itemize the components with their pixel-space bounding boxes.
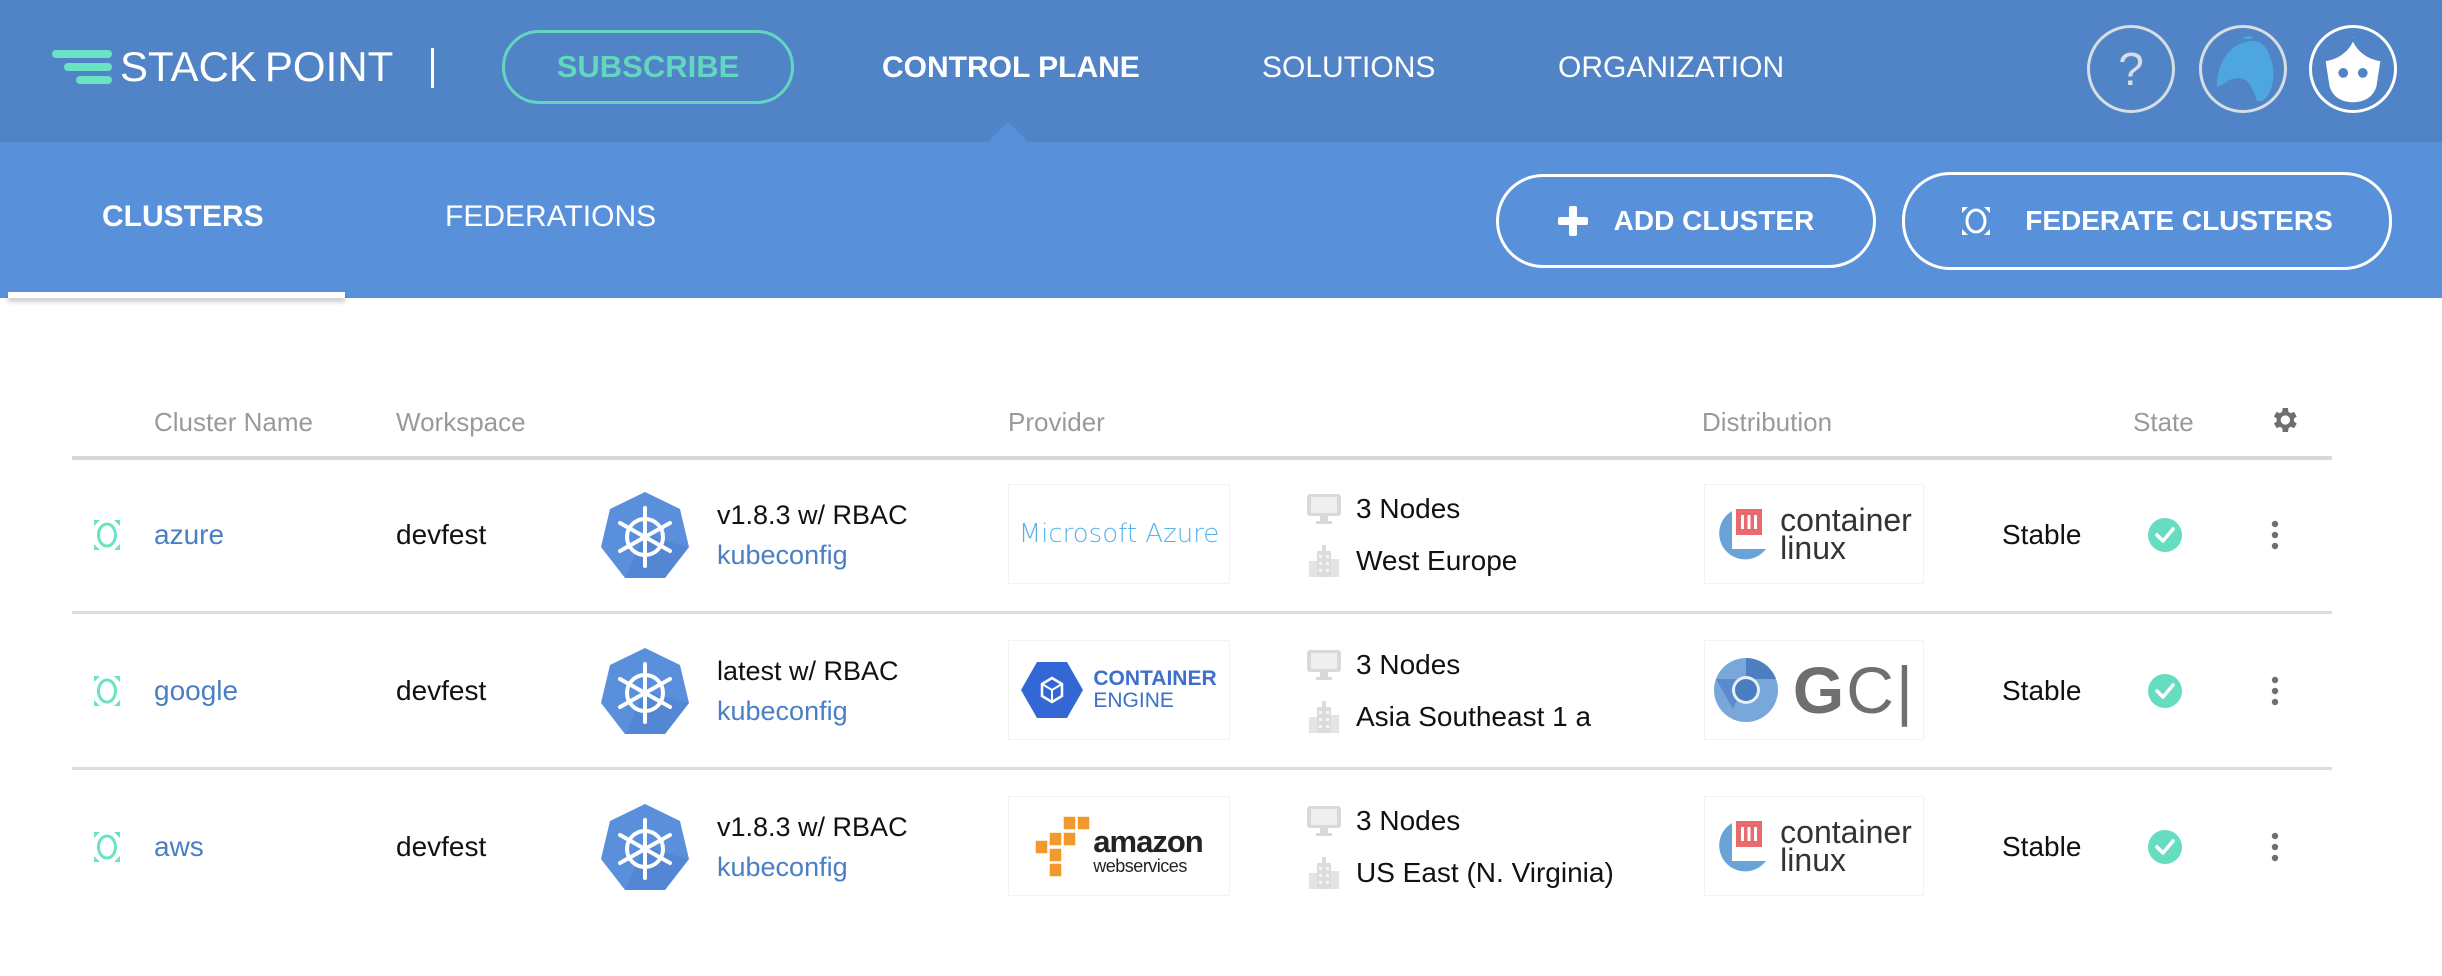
container-linux-logo: container linux <box>1716 816 1912 876</box>
cluster-name-link[interactable]: azure <box>154 458 224 611</box>
row-menu-icon[interactable] <box>2270 458 2280 611</box>
row-menu-icon[interactable] <box>2270 770 2280 923</box>
provider-logo: CONTAINER ENGINE <box>1008 640 1230 740</box>
logo-divider <box>431 48 434 88</box>
add-cluster-button[interactable]: ADD CLUSTER <box>1496 174 1876 268</box>
stackpoint-logo-mark-icon <box>50 48 112 86</box>
monitor-icon <box>1306 649 1342 681</box>
nodes-block: 3 Nodes US East (N. Virginia) <box>1306 770 1614 923</box>
stable-check-icon <box>2148 770 2182 923</box>
column-header-provider[interactable]: Provider <box>1008 406 1105 438</box>
building-icon <box>1306 544 1342 577</box>
bear-button[interactable] <box>2199 25 2287 113</box>
version-block: v1.8.3 w/ RBAC kubeconfig <box>717 770 908 923</box>
version-block: v1.8.3 w/ RBAC kubeconfig <box>717 458 908 611</box>
amazon-web-services-logo: amazon webservices <box>1035 814 1204 878</box>
monitor-icon <box>1306 805 1342 837</box>
kubeconfig-link[interactable]: kubeconfig <box>717 847 848 887</box>
node-count: 3 Nodes <box>1356 492 1461 524</box>
stable-check-icon <box>2148 458 2182 611</box>
workspace-name: devfest <box>396 518 487 550</box>
kubeconfig-link[interactable]: kubeconfig <box>717 535 848 575</box>
nodes-block: 3 Nodes West Europe <box>1306 458 1517 611</box>
distribution-logo: container linux <box>1704 484 1924 584</box>
nav-control-plane[interactable]: CONTROL PLANE <box>882 48 1140 88</box>
plus-icon <box>1557 206 1588 236</box>
kubernetes-version: v1.8.3 w/ RBAC <box>717 499 908 530</box>
provider-logo: Microsoft Azure <box>1008 484 1230 584</box>
row-menu-icon[interactable] <box>2270 614 2280 767</box>
column-header-distribution[interactable]: Distribution <box>1702 406 1832 438</box>
active-tab-underline <box>8 292 345 298</box>
nodes-block: 3 Nodes Asia Southeast 1 a <box>1306 614 1591 767</box>
gci-logo: GC| <box>1713 652 1915 728</box>
subscribe-button[interactable]: SUBSCRIBE <box>502 30 794 104</box>
region-name: West Europe <box>1356 544 1518 576</box>
help-icon: ? <box>2118 43 2144 95</box>
stable-check-icon <box>2148 614 2182 767</box>
cluster-status-icon <box>94 770 120 923</box>
google-container-engine-logo: CONTAINER ENGINE <box>1021 662 1217 718</box>
cluster-status-icon <box>94 458 120 611</box>
container-linux-logo: container linux <box>1716 504 1912 564</box>
workspace-name: devfest <box>396 674 487 706</box>
microsoft-azure-logo: Microsoft Azure <box>1018 519 1220 549</box>
stackpoint-logo[interactable]: STACK POINT <box>50 46 393 88</box>
table-row[interactable]: aws devfest v1.8.3 w/ RBAC kubeconfig am… <box>72 770 2332 926</box>
state-label: Stable <box>2002 518 2082 550</box>
gear-icon[interactable] <box>2268 404 2300 436</box>
kubernetes-icon <box>598 614 692 767</box>
table-row[interactable]: azure devfest v1.8.3 w/ RBAC kubeconfig … <box>72 458 2332 614</box>
version-block: latest w/ RBAC kubeconfig <box>717 614 899 767</box>
cluster-status-icon <box>94 614 120 767</box>
tab-federations[interactable]: FEDERATIONS <box>445 197 656 237</box>
region-name: Asia Southeast 1 a <box>1356 700 1592 732</box>
kubernetes-version: v1.8.3 w/ RBAC <box>717 811 908 842</box>
distribution-logo: GC| <box>1704 640 1924 740</box>
federate-clusters-button[interactable]: FEDERATE CLUSTERS <box>1902 172 2392 270</box>
cluster-name-link[interactable]: google <box>154 614 238 767</box>
state-label: Stable <box>2002 830 2082 862</box>
logo-text-point: POINT <box>264 43 394 90</box>
node-count: 3 Nodes <box>1356 648 1461 680</box>
distribution-logo: container linux <box>1704 796 1924 896</box>
logo-text-stack: STACK <box>120 43 257 90</box>
building-icon <box>1306 856 1342 889</box>
add-cluster-label: ADD CLUSTER <box>1613 205 1815 236</box>
tab-clusters[interactable]: CLUSTERS <box>102 197 264 237</box>
table-row[interactable]: google devfest latest w/ RBAC kubeconfig <box>72 614 2332 770</box>
kubernetes-icon <box>598 458 692 611</box>
kubernetes-icon <box>598 770 692 923</box>
monitor-icon <box>1306 493 1342 525</box>
kubeconfig-link[interactable]: kubeconfig <box>717 691 848 731</box>
nav-solutions[interactable]: SOLUTIONS <box>1262 48 1435 88</box>
user-avatar-button[interactable] <box>2309 25 2397 113</box>
column-header-state[interactable]: State <box>2133 406 2194 438</box>
cluster-name-link[interactable]: aws <box>154 770 204 923</box>
region-name: US East (N. Virginia) <box>1356 856 1614 888</box>
workspace-name: devfest <box>396 830 487 862</box>
federation-icon <box>1961 206 1991 236</box>
kubernetes-version: latest w/ RBAC <box>717 655 899 686</box>
nav-organization[interactable]: ORGANIZATION <box>1558 48 1784 88</box>
provider-logo: amazon webservices <box>1008 796 1230 896</box>
user-avatar-icon <box>2325 37 2381 103</box>
state-label: Stable <box>2002 674 2082 706</box>
help-button[interactable]: ? <box>2087 25 2175 113</box>
building-icon <box>1306 700 1342 733</box>
federate-clusters-label: FEDERATE CLUSTERS <box>2025 205 2333 236</box>
column-header-workspace[interactable]: Workspace <box>396 406 526 438</box>
bear-icon <box>2217 36 2274 102</box>
active-nav-pointer <box>988 122 1028 142</box>
column-header-cluster-name[interactable]: Cluster Name <box>154 406 313 438</box>
node-count: 3 Nodes <box>1356 804 1461 836</box>
sub-navigation-bar: CLUSTERS FEDERATIONS ADD CLUSTER FEDERAT… <box>0 142 2442 298</box>
top-navigation-bar: STACK POINT SUBSCRIBE CONTROL PLANE SOLU… <box>0 0 2442 142</box>
